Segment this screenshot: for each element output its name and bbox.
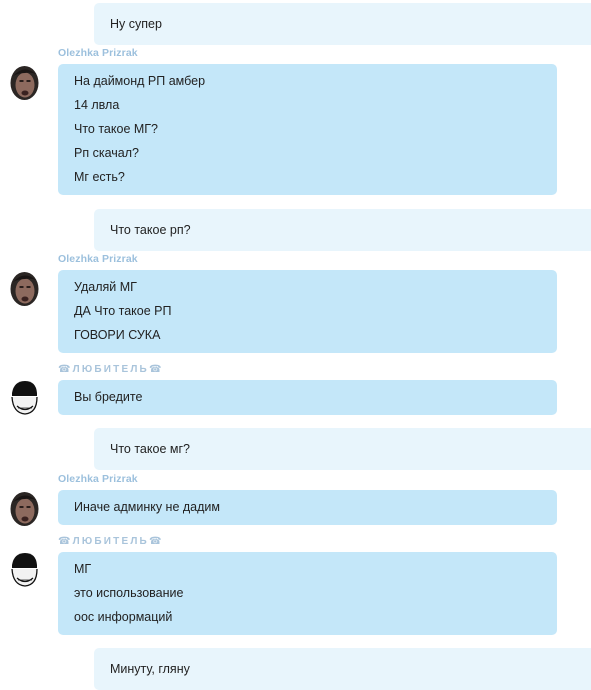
- message-text: Мг есть?: [74, 170, 125, 184]
- outgoing-message: Что такое рп?: [94, 209, 591, 251]
- man-face-avatar[interactable]: [9, 64, 40, 101]
- man-face-avatar[interactable]: [9, 490, 40, 527]
- message-text: Что такое мг?: [110, 442, 190, 456]
- sender-name[interactable]: Olezhka Prizrak: [58, 253, 138, 265]
- message-text: Рп скачал?: [74, 146, 139, 160]
- message-text: Что такое рп?: [110, 223, 191, 237]
- message-text: это использование: [74, 586, 184, 600]
- incoming-message: МГ это использование оос информаций: [58, 552, 557, 635]
- incoming-message: Иначе админку не дадим: [58, 490, 557, 525]
- message-text: ДА Что такое РП: [74, 304, 172, 318]
- message-text: Что такое МГ?: [74, 122, 158, 136]
- message-text: ГОВОРИ СУКА: [74, 328, 161, 342]
- incoming-message: Вы бредите: [58, 380, 557, 415]
- message-text: Иначе админку не дадим: [74, 500, 221, 514]
- outgoing-message: Минуту, гляну: [94, 648, 591, 690]
- message-text: 14 лвла: [74, 98, 120, 112]
- incoming-message: На даймонд РП амбер 14 лвла Что такое МГ…: [58, 64, 557, 195]
- sender-name[interactable]: ☎ЛЮБИТЕЛЬ☎: [58, 536, 164, 547]
- message-text: Ну супер: [110, 17, 162, 31]
- sender-name[interactable]: Olezhka Prizrak: [58, 47, 138, 59]
- troll-face-avatar[interactable]: 228: [9, 551, 40, 588]
- incoming-message: Удаляй МГ ДА Что такое РП ГОВОРИ СУКА: [58, 270, 557, 353]
- message-text: Вы бредите: [74, 390, 143, 404]
- outgoing-message: Ну супер: [94, 3, 591, 45]
- message-text: Удаляй МГ: [74, 280, 137, 294]
- troll-face-avatar[interactable]: 228: [9, 379, 40, 416]
- sender-name[interactable]: ☎ЛЮБИТЕЛЬ☎: [58, 364, 164, 375]
- man-face-avatar[interactable]: [9, 270, 40, 307]
- outgoing-message: Что такое мг?: [94, 428, 591, 470]
- message-text: На даймонд РП амбер: [74, 74, 206, 88]
- message-text: Минуту, гляну: [110, 662, 190, 676]
- message-text: оос информаций: [74, 610, 173, 624]
- sender-name[interactable]: Olezhka Prizrak: [58, 473, 138, 485]
- message-text: МГ: [74, 562, 92, 576]
